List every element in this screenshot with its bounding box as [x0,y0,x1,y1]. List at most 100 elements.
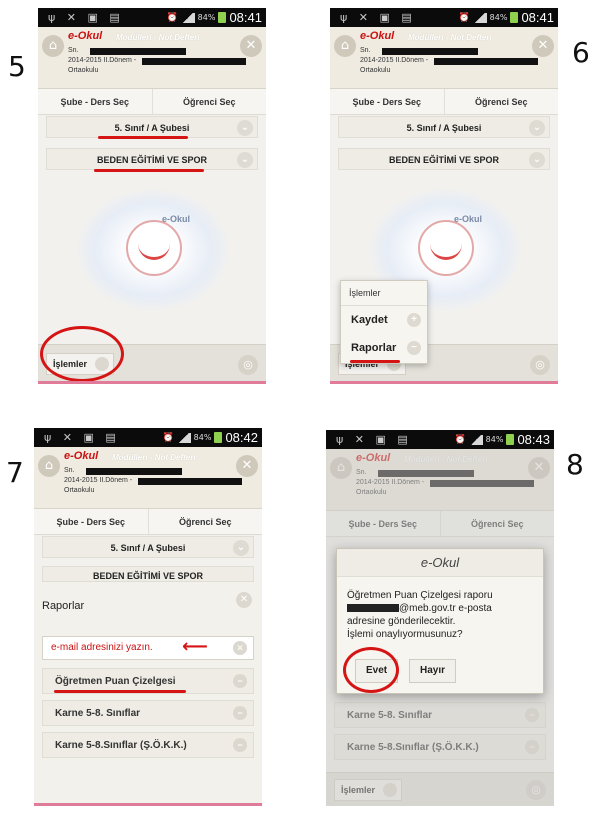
annotation-underline [54,690,186,693]
close-icon[interactable]: ✕ [240,35,262,57]
course-select[interactable]: BEDEN EĞİTİMİ VE SPOR [42,566,254,582]
close-icon[interactable]: ✕ [532,35,554,57]
school-name: Ortaokulu [64,487,95,494]
redaction [86,468,182,475]
course-select[interactable]: BEDEN EĞİTİMİ VE SPOR ⌄ [46,148,258,170]
notification-icons: ψ ✕ ▣ ▤ [336,433,412,446]
e-okul-logo: e-Okul [78,190,228,310]
annotation-underline [350,360,400,363]
menu-item-kaydet[interactable]: Kaydet + [341,306,427,334]
accent-line [34,803,262,806]
tab-sube-ders[interactable]: Şube - Ders Seç [330,89,445,114]
brand-title: e-Okul [360,30,395,42]
teacher-name: Sn. [68,47,79,54]
redaction [90,48,186,55]
redaction [434,58,538,65]
term-info: 2014-2015 II.Dönem - [360,57,429,64]
battery-percent: 84% [485,435,504,444]
dialog-line: İşlemi onaylıyormusunuz? [347,629,463,640]
dialog-message: Öğretmen Puan Çizelgesi raporu @meb.gov.… [347,589,537,641]
home-icon[interactable]: ⌂ [38,455,60,477]
email-hint: e-mail adresinizi yazın. [51,642,153,653]
reports-panel: Raporlar ✕ e-mail adresinizi yazın. ✕ ⟵ … [34,582,262,806]
home-icon[interactable]: ⌂ [334,35,356,57]
step-number: 7 [6,456,24,489]
tab-bar: Şube - Ders Seç Öğrenci Seç [330,89,558,115]
settings-icon[interactable]: ◎ [530,355,550,375]
tab-bar: Şube - Ders Seç Öğrenci Seç [38,89,266,115]
alarm-icon: ⏰ [166,12,178,23]
islemler-menu: İşlemler Kaydet + Raporlar − [340,280,428,364]
battery-icon [506,434,515,445]
plus-icon: + [407,313,421,327]
course-select-label: BEDEN EĞİTİMİ VE SPOR [388,155,500,165]
notification-icons: ψ ✕ ▣ ▤ [44,431,120,444]
menu-item-raporlar[interactable]: Raporlar − [341,334,427,362]
report-label: Karne 5-8. Sınıflar [55,708,141,719]
reports-title: Raporlar [42,600,85,612]
clock: 08:42 [225,430,258,445]
close-icon[interactable]: ✕ [236,455,258,477]
no-button[interactable]: Hayır [409,659,457,683]
menu-item-label: Raporlar [351,342,397,354]
signal-icon [472,12,487,23]
tab-sube-ders[interactable]: Şube - Ders Seç [34,509,149,534]
minus-icon: − [407,341,421,355]
class-select[interactable]: 5. Sınıf / A Şubesi ⌄ [46,116,258,138]
redaction [347,604,399,613]
course-select-label: BEDEN EĞİTİMİ VE SPOR [96,155,208,165]
report-karne[interactable]: Karne 5-8. Sınıflar − [42,700,254,726]
brand-title: e-Okul [64,450,99,462]
close-icon[interactable]: ✕ [236,592,252,608]
clock: 08:41 [229,10,262,25]
tab-ogrenci[interactable]: Öğrenci Seç [445,89,559,114]
class-select-label: 5. Sınıf / A Şubesi [406,123,482,133]
battery-icon [214,432,223,443]
status-bar: ψ ✕ ▣ ▤ ⏰ 84% 08:41 [38,8,266,27]
minus-icon: − [233,674,247,688]
annotation-underline [94,169,204,172]
minus-icon: − [233,738,247,752]
app-header: ⌂ e-Okul Modülleri - Not Defteri Sn. 201… [330,27,558,89]
settings-icon[interactable]: ◎ [238,355,258,375]
step-number: 6 [572,36,590,69]
clock: 08:41 [521,10,554,25]
home-icon[interactable]: ⌂ [42,35,64,57]
annotation-circle [343,647,399,693]
logo-text: e-Okul [454,214,483,224]
brand-subtitle: Modülleri - Not Defteri [408,33,492,42]
battery-icon [218,12,227,23]
school-name: Ortaokulu [68,67,99,74]
term-info: 2014-2015 II.Dönem - [68,57,137,64]
clock: 08:43 [517,432,550,447]
status-bar: ψ ✕ ▣ ▤ ⏰ 84% 08:41 [330,8,558,27]
step-number: 5 [8,50,26,83]
chevron-down-icon: ⌄ [529,120,545,136]
redaction [142,58,246,65]
phone-screen-5: ψ ✕ ▣ ▤ ⏰ 84% 08:41 ⌂ e-Okul Modülleri -… [38,8,266,384]
annotation-underline [98,136,188,139]
class-select[interactable]: 5. Sınıf / A Şubesi ⌄ [42,536,254,558]
chevron-down-icon: ⌄ [237,120,253,136]
teacher-name: Sn. [64,467,75,474]
minus-icon: − [233,706,247,720]
app-header: ⌂ e-Okul Modülleri - Not Defteri Sn. 201… [34,447,262,509]
course-select[interactable]: BEDEN EĞİTİMİ VE SPOR ⌄ [338,148,550,170]
dialog-line: Öğretmen Puan Çizelgesi raporu [347,590,493,601]
course-select-label: BEDEN EĞİTİMİ VE SPOR [92,571,204,581]
signal-icon [176,432,191,443]
tab-ogrenci[interactable]: Öğrenci Seç [153,89,267,114]
tab-sube-ders[interactable]: Şube - Ders Seç [38,89,153,114]
class-select-label: 5. Sınıf / A Şubesi [110,543,186,553]
tab-ogrenci[interactable]: Öğrenci Seç [149,509,263,534]
accent-line [38,381,266,384]
email-field[interactable]: e-mail adresinizi yazın. ✕ [42,636,254,660]
status-bar: ψ ✕ ▣ ▤ ⏰ 84% 08:43 [326,430,554,449]
report-karne-sokk[interactable]: Karne 5-8.Sınıflar (Ş.Ö.K.K.) − [42,732,254,758]
term-info: 2014-2015 II.Dönem - [64,477,133,484]
annotation-arrow-icon: ⟵ [182,636,208,657]
class-select[interactable]: 5. Sınıf / A Şubesi ⌄ [338,116,550,138]
dialog-title: e-Okul [337,549,543,577]
meb-seal-icon [126,220,182,276]
annotation-circle [40,326,124,382]
